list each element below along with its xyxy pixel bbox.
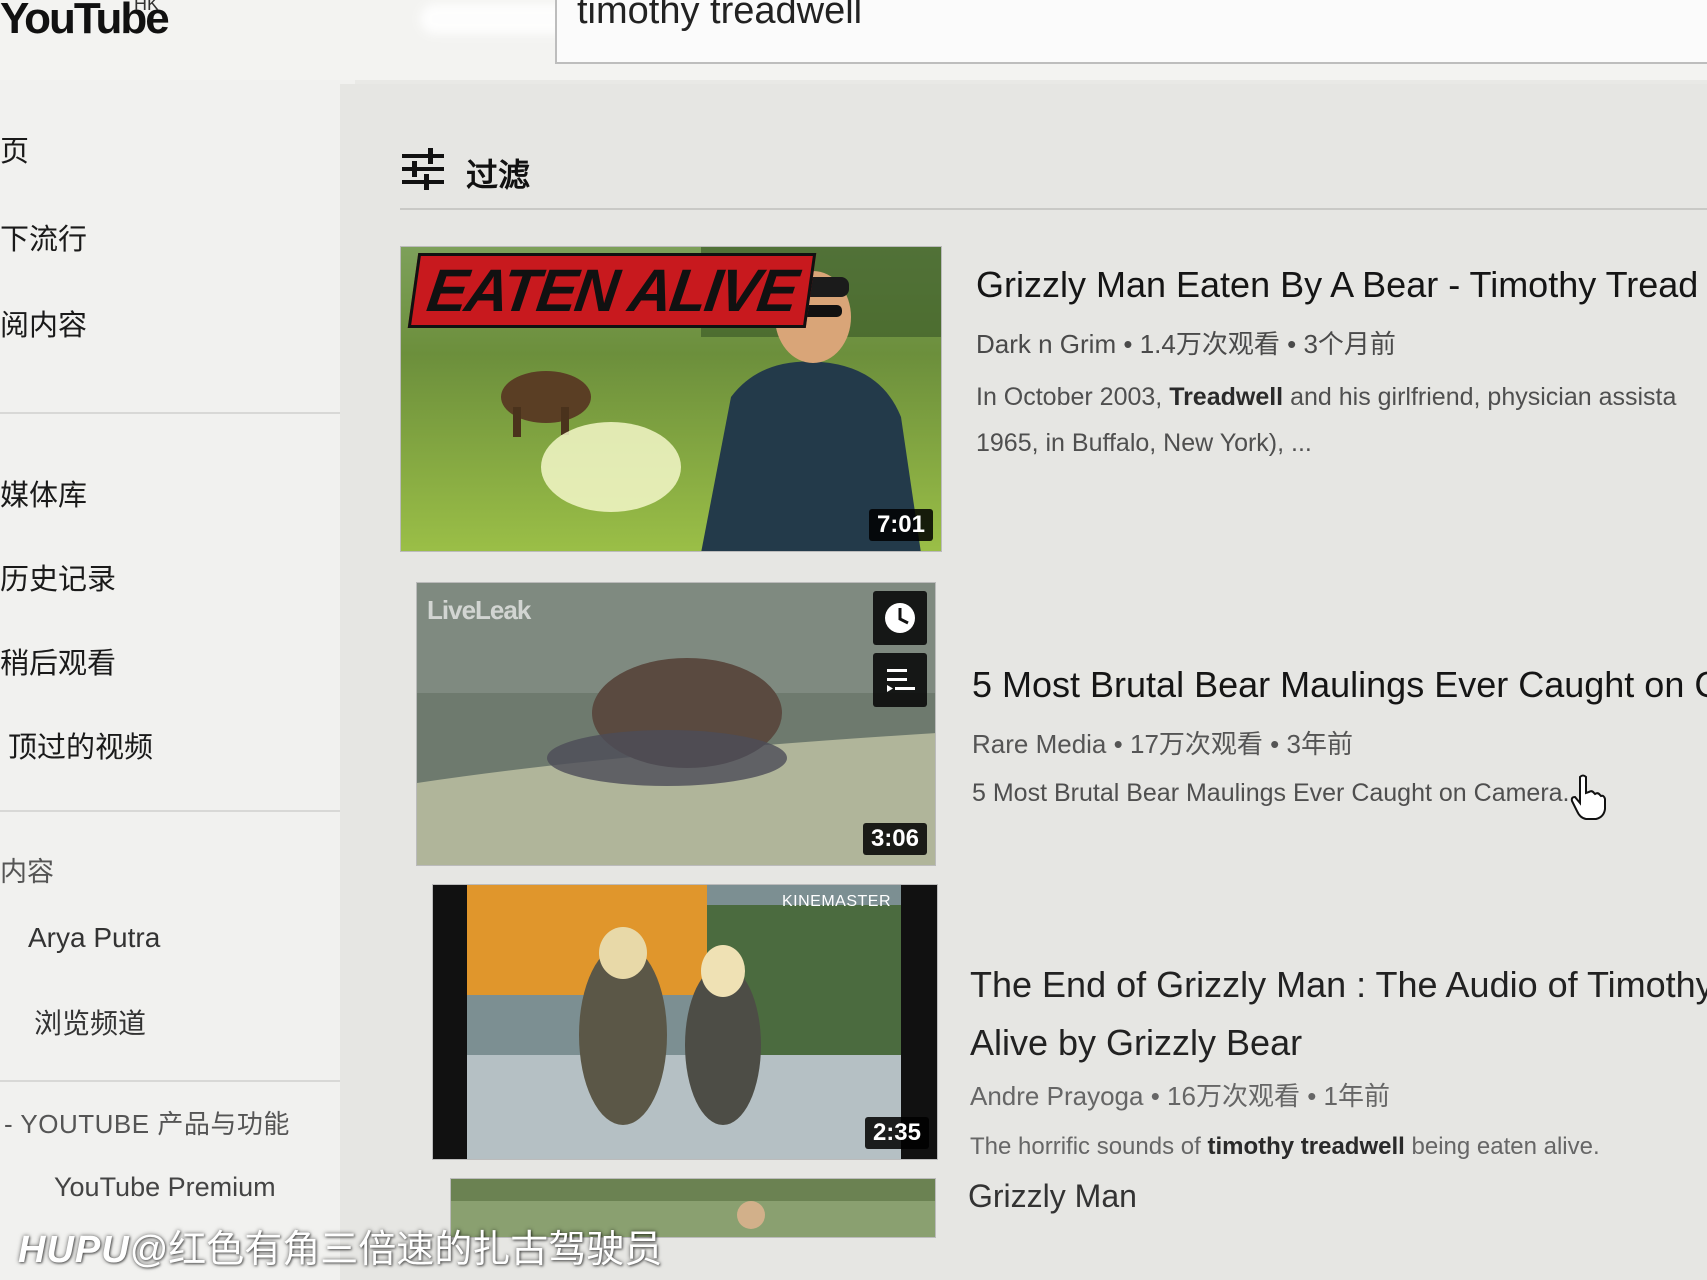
sidebar-item-liked-videos[interactable]: 顶过的视频 (8, 724, 153, 766)
sidebar-item-library[interactable]: 媒体库 (0, 472, 87, 514)
video-title-line-2[interactable]: Alive by Grizzly Bear (970, 1022, 1302, 1064)
video-duration: 2:35 (864, 1117, 929, 1149)
video-duration: 3:06 (862, 823, 927, 855)
desc-text: The horrific sounds of (970, 1133, 1208, 1160)
sidebar-section-subscriptions: 内容 (0, 857, 54, 887)
sidebar: 页 下流行 阅内容 媒体库 历史记录 稍后观看 顶过的视频 内容 Arya Pu… (0, 80, 360, 1280)
meta-separator: • (1270, 729, 1280, 759)
search-input[interactable]: timothy treadwell (555, 0, 1707, 64)
video-thumbnail[interactable]: EATEN ALIVE 7:01 (400, 246, 942, 552)
meta-separator: • (1307, 1081, 1317, 1111)
video-title[interactable]: Grizzly Man Eaten By A Bear - Timothy Tr… (976, 264, 1698, 306)
thumbnail-overlay-text: KINEMASTER (781, 893, 891, 910)
video-result[interactable]: EATEN ALIVE 7:01 Grizzly Man Eaten By A … (340, 244, 1707, 564)
sidebar-channel-arya-putra[interactable]: Arya Putra (28, 922, 160, 954)
video-views: 16万次观看 (1167, 1081, 1300, 1111)
video-description: 5 Most Brutal Bear Maulings Ever Caught … (972, 779, 1570, 807)
search-results: 过滤 EATEN ALIVE 7:01 Grizzly Man Eaten By… (340, 84, 1707, 1280)
video-metadata: Andre Prayoga • 16万次观看 • 1年前 (970, 1076, 1390, 1113)
watermark-handle: @红色有角三倍速的扎古驾驶员 (129, 1229, 663, 1271)
video-description: In October 2003, Treadwell and his girlf… (976, 374, 1676, 466)
video-age: 3个月前 (1303, 329, 1396, 359)
desc-keyword: timothy treadwell (1207, 1133, 1405, 1160)
video-channel[interactable]: Dark n Grim (976, 329, 1116, 359)
sidebar-item-home[interactable]: 页 (0, 128, 29, 170)
video-metadata: Rare Media • 17万次观看 • 3年前 (972, 724, 1353, 761)
masthead: YouTube HK timothy treadwell (0, 0, 1707, 80)
sidebar-divider (0, 412, 355, 414)
desc-text: and his girlfriend, physician assista (1283, 383, 1677, 411)
thumbnail-image (433, 885, 937, 1159)
video-views: 1.4万次观看 (1139, 329, 1280, 359)
sidebar-item-youtube-premium[interactable]: YouTube Premium (54, 1172, 276, 1203)
sidebar-divider (0, 810, 360, 812)
video-thumbnail[interactable]: KINEMASTER 2:35 (432, 884, 938, 1160)
sidebar-item-history[interactable]: 历史记录 (0, 556, 116, 598)
video-metadata: Dark n Grim • 1.4万次观看 • 3个月前 (976, 324, 1396, 361)
filter-label: 过滤 (466, 157, 531, 193)
video-thumbnail[interactable]: LiveLeak 3:06 (416, 582, 936, 866)
video-result[interactable]: LiveLeak 3:06 5 Most Brutal Bear Mauling… (340, 582, 1707, 882)
section-dash: - (4, 1109, 21, 1139)
sidebar-item-trending[interactable]: 下流行 (0, 216, 87, 258)
thumbnail-badge: EATEN ALIVE (407, 253, 817, 328)
sidebar-divider (0, 1080, 360, 1082)
sidebar-item-browse-channels[interactable]: 浏览频道 (34, 1002, 146, 1042)
desc-text: In October 2003, (976, 383, 1170, 411)
queue-icon (887, 669, 915, 692)
search-query-text: timothy treadwell (577, 0, 863, 32)
filter-divider (400, 208, 1707, 210)
screen: YouTube HK timothy treadwell 页 下流行 阅内容 媒… (0, 0, 1707, 1280)
meta-separator: • (1113, 729, 1123, 759)
meta-separator: • (1287, 329, 1297, 359)
desc-line-2: 1965, in Buffalo, New York), ... (976, 429, 1312, 457)
filter-sliders-icon (402, 148, 444, 190)
thumbnail-overlay-text: EATEN ALIVE (423, 257, 801, 324)
add-to-queue-button[interactable] (873, 653, 927, 707)
watermark: HUPU@红色有角三倍速的扎古驾驶员 (18, 1218, 662, 1273)
meta-separator: • (1123, 329, 1133, 359)
watermark-brand: HUPU (18, 1229, 130, 1271)
video-channel[interactable]: Andre Prayoga (970, 1081, 1143, 1111)
video-description: The horrific sounds of timothy treadwell… (970, 1124, 1600, 1170)
desc-keyword: Treadwell (1169, 383, 1284, 411)
video-views: 17万次观看 (1129, 729, 1263, 759)
meta-separator: • (1150, 1081, 1160, 1111)
video-title[interactable]: 5 Most Brutal Bear Maulings Ever Caught … (972, 664, 1707, 706)
clock-icon (885, 603, 915, 633)
region-code: HK (134, 0, 160, 14)
video-age: 3年前 (1286, 729, 1353, 759)
thumbnail-overlay-text: LiveLeak (427, 595, 531, 625)
video-channel[interactable]: Rare Media (972, 729, 1106, 759)
watch-later-button[interactable] (873, 591, 927, 645)
filter-button[interactable]: 过滤 (400, 144, 1707, 204)
sidebar-section-more-label: YOUTUBE 产品与功能 (20, 1109, 290, 1139)
video-age: 1年前 (1323, 1081, 1390, 1111)
video-title-line-1[interactable]: The End of Grizzly Man : The Audio of Ti… (970, 964, 1707, 1006)
sidebar-item-subscriptions[interactable]: 阅内容 (0, 302, 87, 344)
sidebar-section-more: - YOUTUBE 产品与功能 (4, 1104, 290, 1141)
sidebar-item-watch-later[interactable]: 稍后观看 (0, 640, 116, 682)
video-title[interactable]: Grizzly Man (968, 1178, 1137, 1215)
video-duration: 7:01 (868, 509, 933, 541)
desc-text: being eaten alive. (1404, 1133, 1600, 1160)
hand-cursor-icon (1570, 774, 1606, 820)
